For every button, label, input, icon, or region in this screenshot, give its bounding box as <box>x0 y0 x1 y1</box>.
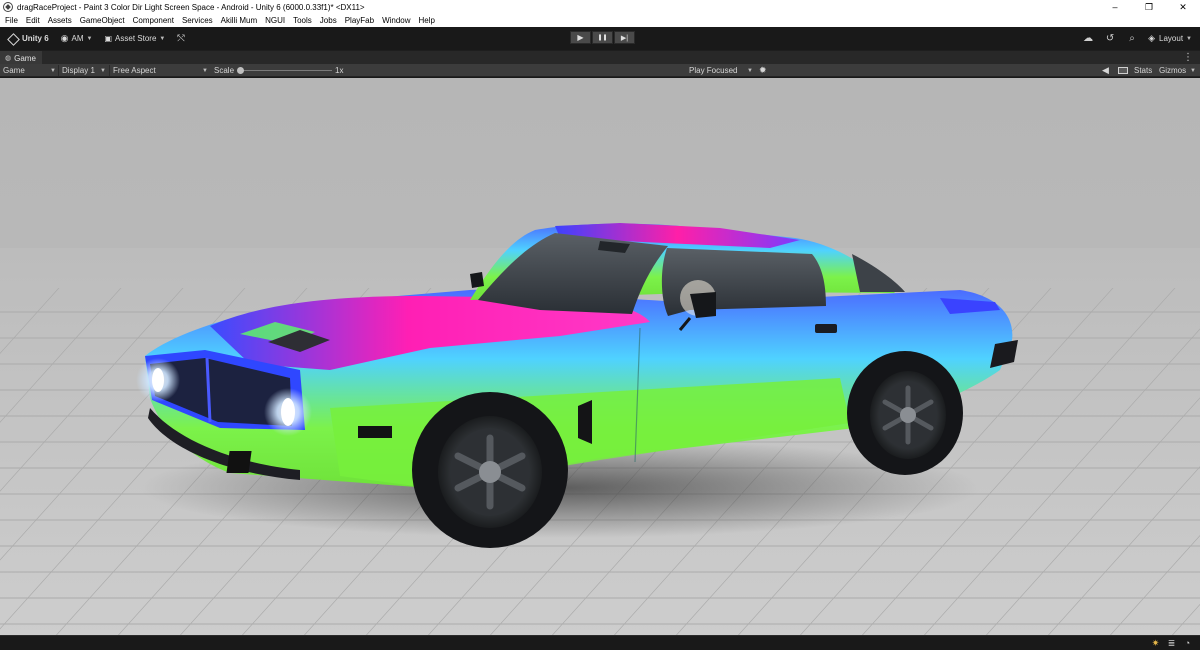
game-viewport[interactable] <box>0 78 1200 635</box>
aspect-dropdown[interactable]: Free Aspect ▼ <box>113 64 208 77</box>
layers-icon: ◈ <box>1148 33 1156 43</box>
gizmos-dropdown[interactable]: Gizmos ▼ <box>1159 64 1196 77</box>
version-control-button[interactable]: ⤲ <box>173 31 188 46</box>
display-dropdown[interactable]: Display 1 ▼ <box>62 64 106 77</box>
menu-akilli-mum[interactable]: Akilli Mum <box>221 16 257 25</box>
step-button[interactable]: ▶| <box>614 31 635 44</box>
history-icon[interactable]: ↺ <box>1102 31 1118 46</box>
window-title: dragRaceProject - Paint 3 Color Dir Ligh… <box>17 2 365 12</box>
divider <box>58 65 59 76</box>
audio-speaker-icon[interactable]: ◀ <box>1102 64 1109 77</box>
menu-component[interactable]: Component <box>133 16 174 25</box>
version-control-icon: ⤲ <box>177 33 185 43</box>
play-button[interactable]: ▶ <box>570 31 591 44</box>
asset-store-label: Asset Store <box>115 34 157 43</box>
more-options-icon[interactable]: ⋮ <box>1183 51 1193 65</box>
scale-slider-handle[interactable] <box>237 67 244 74</box>
pause-button[interactable]: ❚❚ <box>592 31 613 44</box>
lighting-bake-icon[interactable]: ✷ <box>1149 637 1162 649</box>
menu-gameobject[interactable]: GameObject <box>80 16 125 25</box>
debug-bug-icon[interactable]: ✹ <box>759 64 767 77</box>
close-button[interactable]: ✕ <box>1166 0 1200 14</box>
menu-file[interactable]: File <box>5 16 18 25</box>
play-mode-label: Play Focused <box>689 66 738 75</box>
chevron-down-icon: ▼ <box>159 35 166 42</box>
account-label: AM <box>71 34 84 43</box>
account-icon: ◉ <box>60 33 69 43</box>
menu-playfab[interactable]: PlayFab <box>345 16 374 25</box>
chevron-down-icon: ▼ <box>747 67 753 74</box>
restore-button[interactable]: ❐ <box>1132 0 1166 14</box>
aspect-label: Free Aspect <box>113 66 156 75</box>
shopping-bag-icon: ▣ <box>104 34 113 43</box>
scale-label: Scale <box>214 66 235 75</box>
playmode-controls: ▶ ❚❚ ▶| <box>570 31 635 44</box>
tab-game-label: Game <box>14 53 36 63</box>
unity-logo-icon <box>8 34 18 44</box>
menu-assets[interactable]: Assets <box>48 16 72 25</box>
vsync-icon[interactable] <box>1118 64 1128 77</box>
unity-app-icon <box>3 2 13 12</box>
status-bar: ✷ ≣ ◔ <box>0 635 1200 650</box>
play-mode-dropdown[interactable]: Play Focused ▼ <box>689 64 753 77</box>
menu-tools[interactable]: Tools <box>293 16 312 25</box>
unity-version-button[interactable]: Unity 6 <box>4 31 53 46</box>
cloud-icon[interactable]: ☁ <box>1080 31 1096 46</box>
game-view-dropdown[interactable]: Game ▼ <box>3 64 56 77</box>
gizmos-label: Gizmos <box>1159 66 1187 75</box>
window-controls: – ❐ ✕ <box>1098 0 1200 14</box>
menu-edit[interactable]: Edit <box>26 16 40 25</box>
menu-window[interactable]: Window <box>382 16 410 25</box>
search-icon[interactable]: ⌕ <box>1124 31 1140 46</box>
progress-check-icon[interactable]: ◔ <box>1181 637 1194 649</box>
tab-strip: ◍ Game ⋮ <box>0 50 1200 65</box>
scale-slider-track[interactable] <box>240 70 332 71</box>
menu-services[interactable]: Services <box>182 16 213 25</box>
menu-ngui[interactable]: NGUI <box>265 16 285 25</box>
gamepad-icon: ◍ <box>5 55 12 62</box>
layout-dropdown[interactable]: ◈ Layout ▼ <box>1148 33 1192 44</box>
scene-render <box>0 78 1200 635</box>
scale-value: 1x <box>335 66 344 75</box>
stats-button[interactable]: Stats <box>1134 64 1152 77</box>
menu-help[interactable]: Help <box>419 16 435 25</box>
menu-bar: File Edit Assets GameObject Component Se… <box>0 14 1200 27</box>
asset-store-dropdown[interactable]: ▣ Asset Store ▼ <box>100 31 169 46</box>
chevron-down-icon: ▼ <box>86 35 93 42</box>
cache-server-icon[interactable]: ≣ <box>1165 637 1178 649</box>
chevron-down-icon: ▼ <box>1190 67 1196 74</box>
account-dropdown[interactable]: ◉ AM ▼ <box>57 31 97 46</box>
window-titlebar: dragRaceProject - Paint 3 Color Dir Ligh… <box>0 0 1200 14</box>
menu-jobs[interactable]: Jobs <box>320 16 337 25</box>
layout-label: Layout <box>1159 34 1184 43</box>
tab-game[interactable]: ◍ Game <box>0 51 42 65</box>
unity-version-label: Unity 6 <box>22 34 49 43</box>
game-view-label: Game <box>3 66 25 75</box>
divider <box>109 65 110 76</box>
chevron-down-icon: ▼ <box>1186 35 1192 42</box>
game-view-toolbar: Game ▼ Display 1 ▼ Free Aspect ▼ Scale 1… <box>0 64 1200 77</box>
chevron-down-icon: ▼ <box>50 67 56 74</box>
chevron-down-icon: ▼ <box>100 67 106 74</box>
chevron-down-icon: ▼ <box>202 67 208 74</box>
minimize-button[interactable]: – <box>1098 0 1132 14</box>
display-label: Display 1 <box>62 66 95 75</box>
